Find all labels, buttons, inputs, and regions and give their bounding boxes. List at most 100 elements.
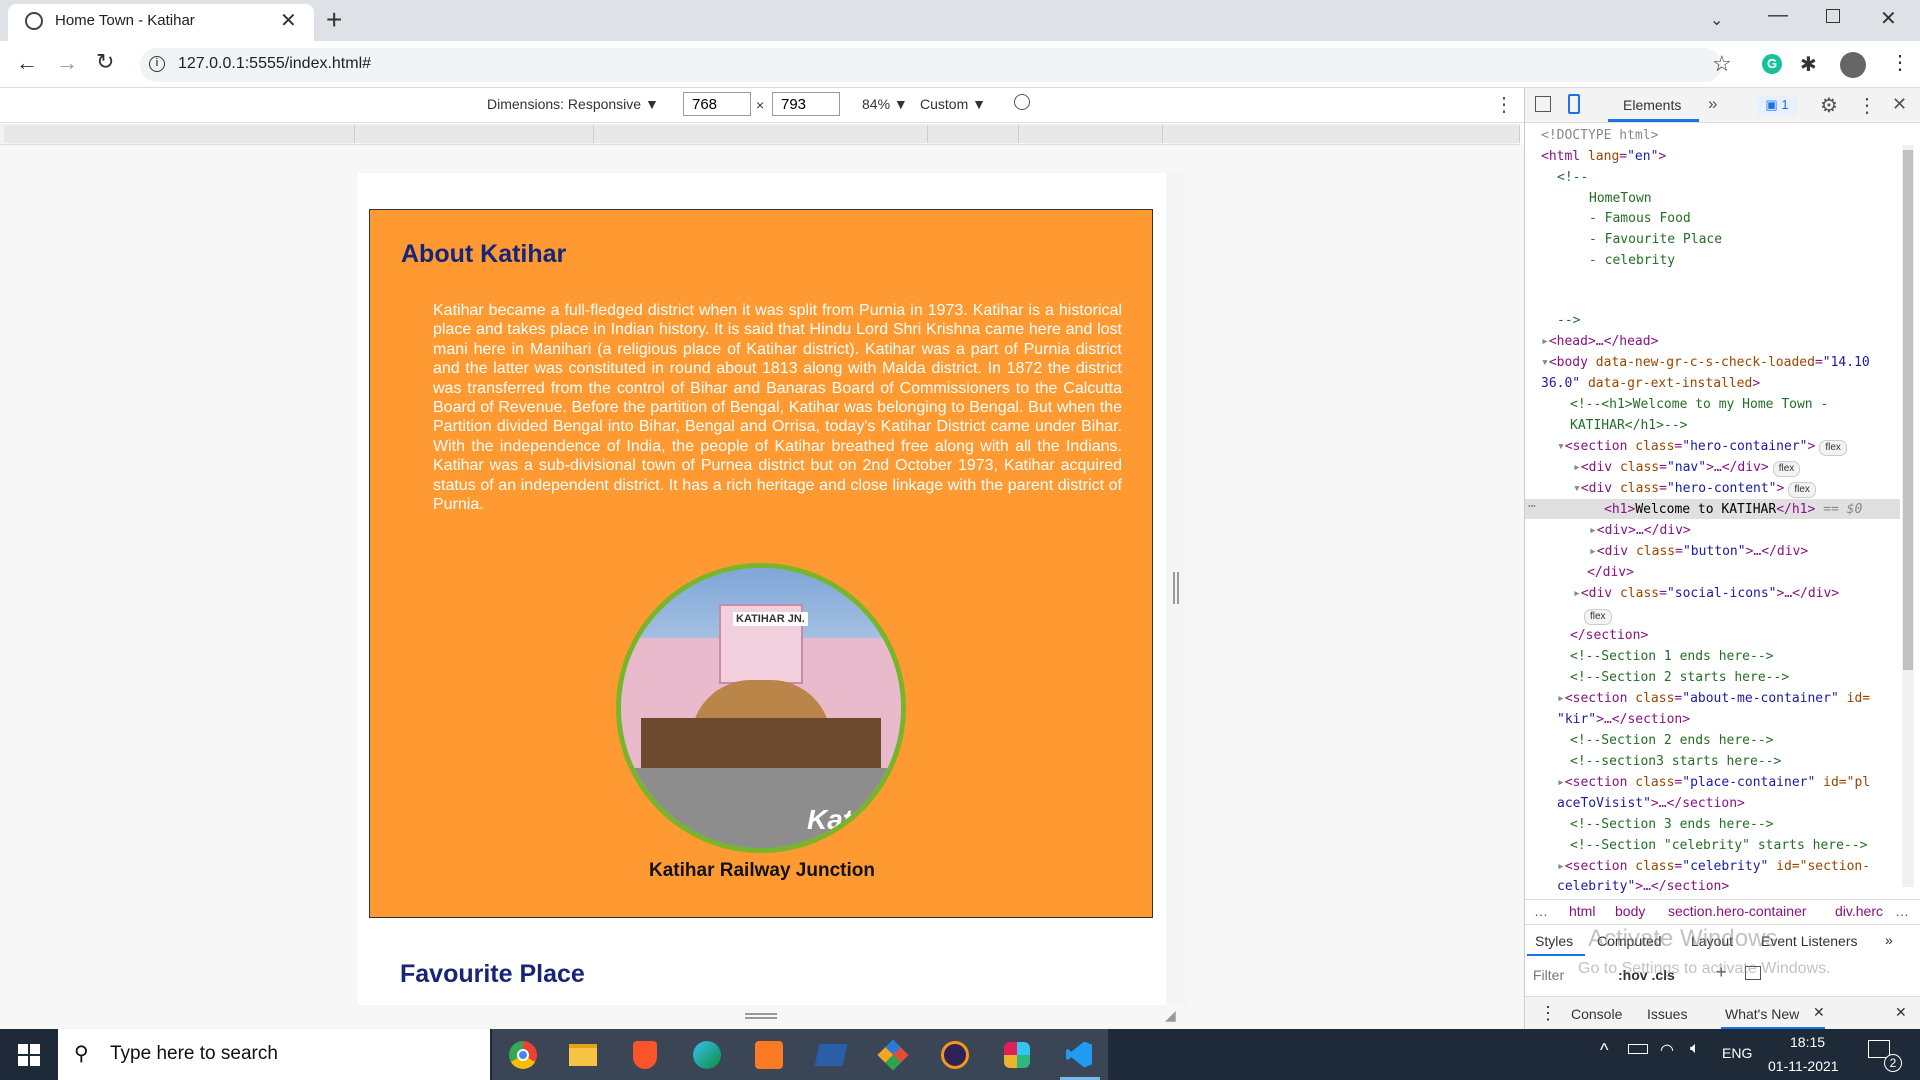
eclipse-icon[interactable] [930, 1029, 980, 1080]
drawer-menu-icon[interactable]: ⋮ [1539, 1003, 1557, 1024]
drawer-tab-whats-new[interactable]: What's New [1725, 1006, 1799, 1022]
dom-section-place[interactable]: ▸<section class="place-container" id="pl [1557, 773, 1870, 794]
xampp-icon[interactable] [744, 1029, 794, 1080]
show-hidden-icons[interactable]: ^ [1600, 1040, 1608, 1061]
tab-elements[interactable]: Elements [1623, 97, 1681, 113]
expand-triangle-icon[interactable]: ▸ [1589, 523, 1597, 538]
dom-html[interactable]: <html lang="en"> [1541, 147, 1666, 168]
reload-icon[interactable]: ↻ [96, 49, 114, 75]
dom-comment-h1[interactable]: <!--<h1>Welcome to my Home Town - [1570, 395, 1828, 416]
bookmark-star-icon[interactable]: ☆ [1712, 51, 1732, 77]
flex-badge[interactable]: flex [1788, 482, 1816, 498]
media-query-segment[interactable] [4, 125, 355, 143]
collapse-triangle-icon[interactable]: ▾ [1573, 481, 1581, 496]
expand-triangle-icon[interactable]: ▸ [1557, 775, 1565, 790]
language-indicator[interactable]: ENG [1722, 1045, 1752, 1061]
resize-handle-bottom[interactable] [745, 1013, 777, 1019]
media-query-segment[interactable] [594, 125, 928, 143]
collapse-triangle-icon[interactable]: ▾ [1557, 439, 1565, 454]
expand-triangle-icon[interactable]: ▸ [1589, 544, 1597, 559]
dom-head[interactable]: ▸<head>…</head> [1541, 332, 1658, 353]
close-window-icon[interactable]: ✕ [1880, 6, 1897, 31]
url-text[interactable]: 127.0.0.1:5555/index.html# [178, 55, 371, 73]
drawer-tab-issues[interactable]: Issues [1647, 1006, 1687, 1022]
file-explorer-icon[interactable] [558, 1029, 608, 1080]
breadcrumb-html[interactable]: html [1569, 903, 1595, 919]
tab-search-icon[interactable]: ⌄ [1710, 10, 1723, 30]
dom-div-social[interactable]: ▸<div class="social-icons">…</div> [1573, 584, 1839, 605]
resize-handle-right[interactable] [1173, 572, 1179, 604]
drawer-close-icon[interactable]: ✕ [1895, 1004, 1907, 1021]
dom-comment-line[interactable]: - Favourite Place [1589, 230, 1722, 251]
volume-icon[interactable]: 🔈︎ [1690, 1040, 1700, 1058]
dom-div-button[interactable]: ▸<div class="button">…</div> [1589, 542, 1808, 563]
drawer-tab-console[interactable]: Console [1571, 1006, 1622, 1022]
dom-doctype[interactable]: <!DOCTYPE html> [1541, 126, 1658, 147]
devtools-settings-icon[interactable]: ⚙ [1820, 93, 1838, 118]
dom-comment[interactable]: <!--section3 starts here--> [1570, 752, 1781, 773]
dom-body[interactable]: ▾<body data-new-gr-c-s-check-loaded="14.… [1541, 353, 1870, 374]
media-query-segment[interactable] [1019, 125, 1163, 143]
dom-comment[interactable]: <!--Section "celebrity" starts here--> [1570, 836, 1867, 857]
tab-close-icon[interactable]: ✕ [280, 8, 297, 33]
dom-section-celebrity[interactable]: ▸<section class="celebrity" id="section- [1557, 857, 1870, 878]
vscode-icon[interactable] [1054, 1029, 1104, 1080]
dom-scrollbar-thumb[interactable] [1903, 150, 1913, 670]
dom-comment[interactable]: <!--Section 1 ends here--> [1570, 647, 1774, 668]
dom-section-about[interactable]: ▸<section class="about-me-container" id= [1557, 689, 1870, 710]
network-icon[interactable]: ◠ [1660, 1040, 1674, 1060]
dom-comment-line[interactable]: HomeTown [1589, 189, 1652, 210]
dom-comment-open[interactable]: <!-- [1557, 168, 1588, 189]
dimensions-select[interactable]: Dimensions: Responsive ▼ [487, 96, 659, 112]
brave-icon[interactable] [620, 1029, 670, 1080]
collapse-triangle-icon[interactable]: ▾ [1541, 355, 1549, 370]
site-info-icon[interactable]: i [149, 56, 165, 72]
dom-body-cont[interactable]: 36.0" data-gr-ext-installed> [1541, 374, 1760, 395]
throttle-select[interactable]: Custom ▼ [920, 96, 986, 112]
devtools-menu-icon[interactable]: ⋮ [1857, 93, 1877, 118]
dom-comment-h1-cont[interactable]: KATIHAR</h1>--> [1570, 416, 1687, 437]
flex-badge[interactable]: flex [1584, 609, 1612, 625]
dom-div-close[interactable]: </div> [1587, 563, 1634, 584]
new-tab-button[interactable]: + [326, 4, 342, 36]
start-button[interactable] [0, 1029, 58, 1080]
device-toolbar-menu-icon[interactable]: ⋮ [1494, 92, 1514, 117]
more-panes-icon[interactable]: » [1885, 932, 1893, 948]
omnibox[interactable] [140, 48, 1722, 82]
zoom-select[interactable]: 84% ▼ [862, 96, 908, 112]
dom-h1-selected[interactable]: <h1>Welcome to KATIHAR</h1> == $0 [1604, 500, 1862, 521]
grammarly-icon[interactable]: G [1762, 54, 1782, 74]
clock-time[interactable]: 18:15 [1790, 1034, 1825, 1050]
expand-triangle-icon[interactable]: ▸ [1573, 460, 1581, 475]
chrome-icon[interactable] [498, 1029, 548, 1080]
dom-section-close[interactable]: </section> [1570, 626, 1648, 647]
dom-comment[interactable]: <!--Section 2 ends here--> [1570, 731, 1774, 752]
clock-date[interactable]: 01-11-2021 [1768, 1058, 1839, 1074]
dom-comment-close[interactable]: --> [1557, 311, 1580, 332]
breadcrumb-section[interactable]: section.hero-container [1668, 903, 1807, 919]
width-input[interactable]: 768 [683, 92, 751, 116]
dom-comment[interactable]: <!--Section 2 starts here--> [1570, 668, 1789, 689]
resize-corner-icon[interactable]: ◢ [1165, 1007, 1176, 1024]
media-query-segment[interactable] [355, 125, 594, 143]
dom-comment[interactable]: <!--Section 3 ends here--> [1570, 815, 1774, 836]
powershell-icon[interactable] [806, 1029, 856, 1080]
expand-triangle-icon[interactable]: ▸ [1557, 691, 1565, 706]
breadcrumb-more[interactable]: … [1895, 903, 1909, 919]
rotate-icon[interactable] [1014, 94, 1030, 110]
back-icon[interactable]: ← [16, 50, 38, 76]
device-mode-icon[interactable] [1568, 94, 1580, 114]
dom-section-celebrity-cont[interactable]: celebrity">…</section> [1557, 877, 1729, 898]
issues-badge[interactable]: ▣ 1 [1757, 95, 1797, 115]
dom-div[interactable]: ▸<div>…</div> [1589, 521, 1691, 542]
minimize-icon[interactable]: — [1768, 4, 1788, 27]
dom-comment-line[interactable]: - Famous Food [1589, 209, 1691, 230]
more-tabs-icon[interactable]: » [1708, 94, 1717, 114]
profile-avatar[interactable] [1840, 52, 1866, 78]
tab-styles[interactable]: Styles [1535, 933, 1573, 949]
media-query-segment[interactable] [928, 125, 1019, 143]
expand-triangle-icon[interactable]: ▸ [1573, 586, 1581, 601]
flex-badge[interactable]: flex [1772, 461, 1801, 477]
browser-menu-icon[interactable]: ⋮ [1890, 50, 1910, 75]
height-input[interactable]: 793 [772, 92, 840, 116]
